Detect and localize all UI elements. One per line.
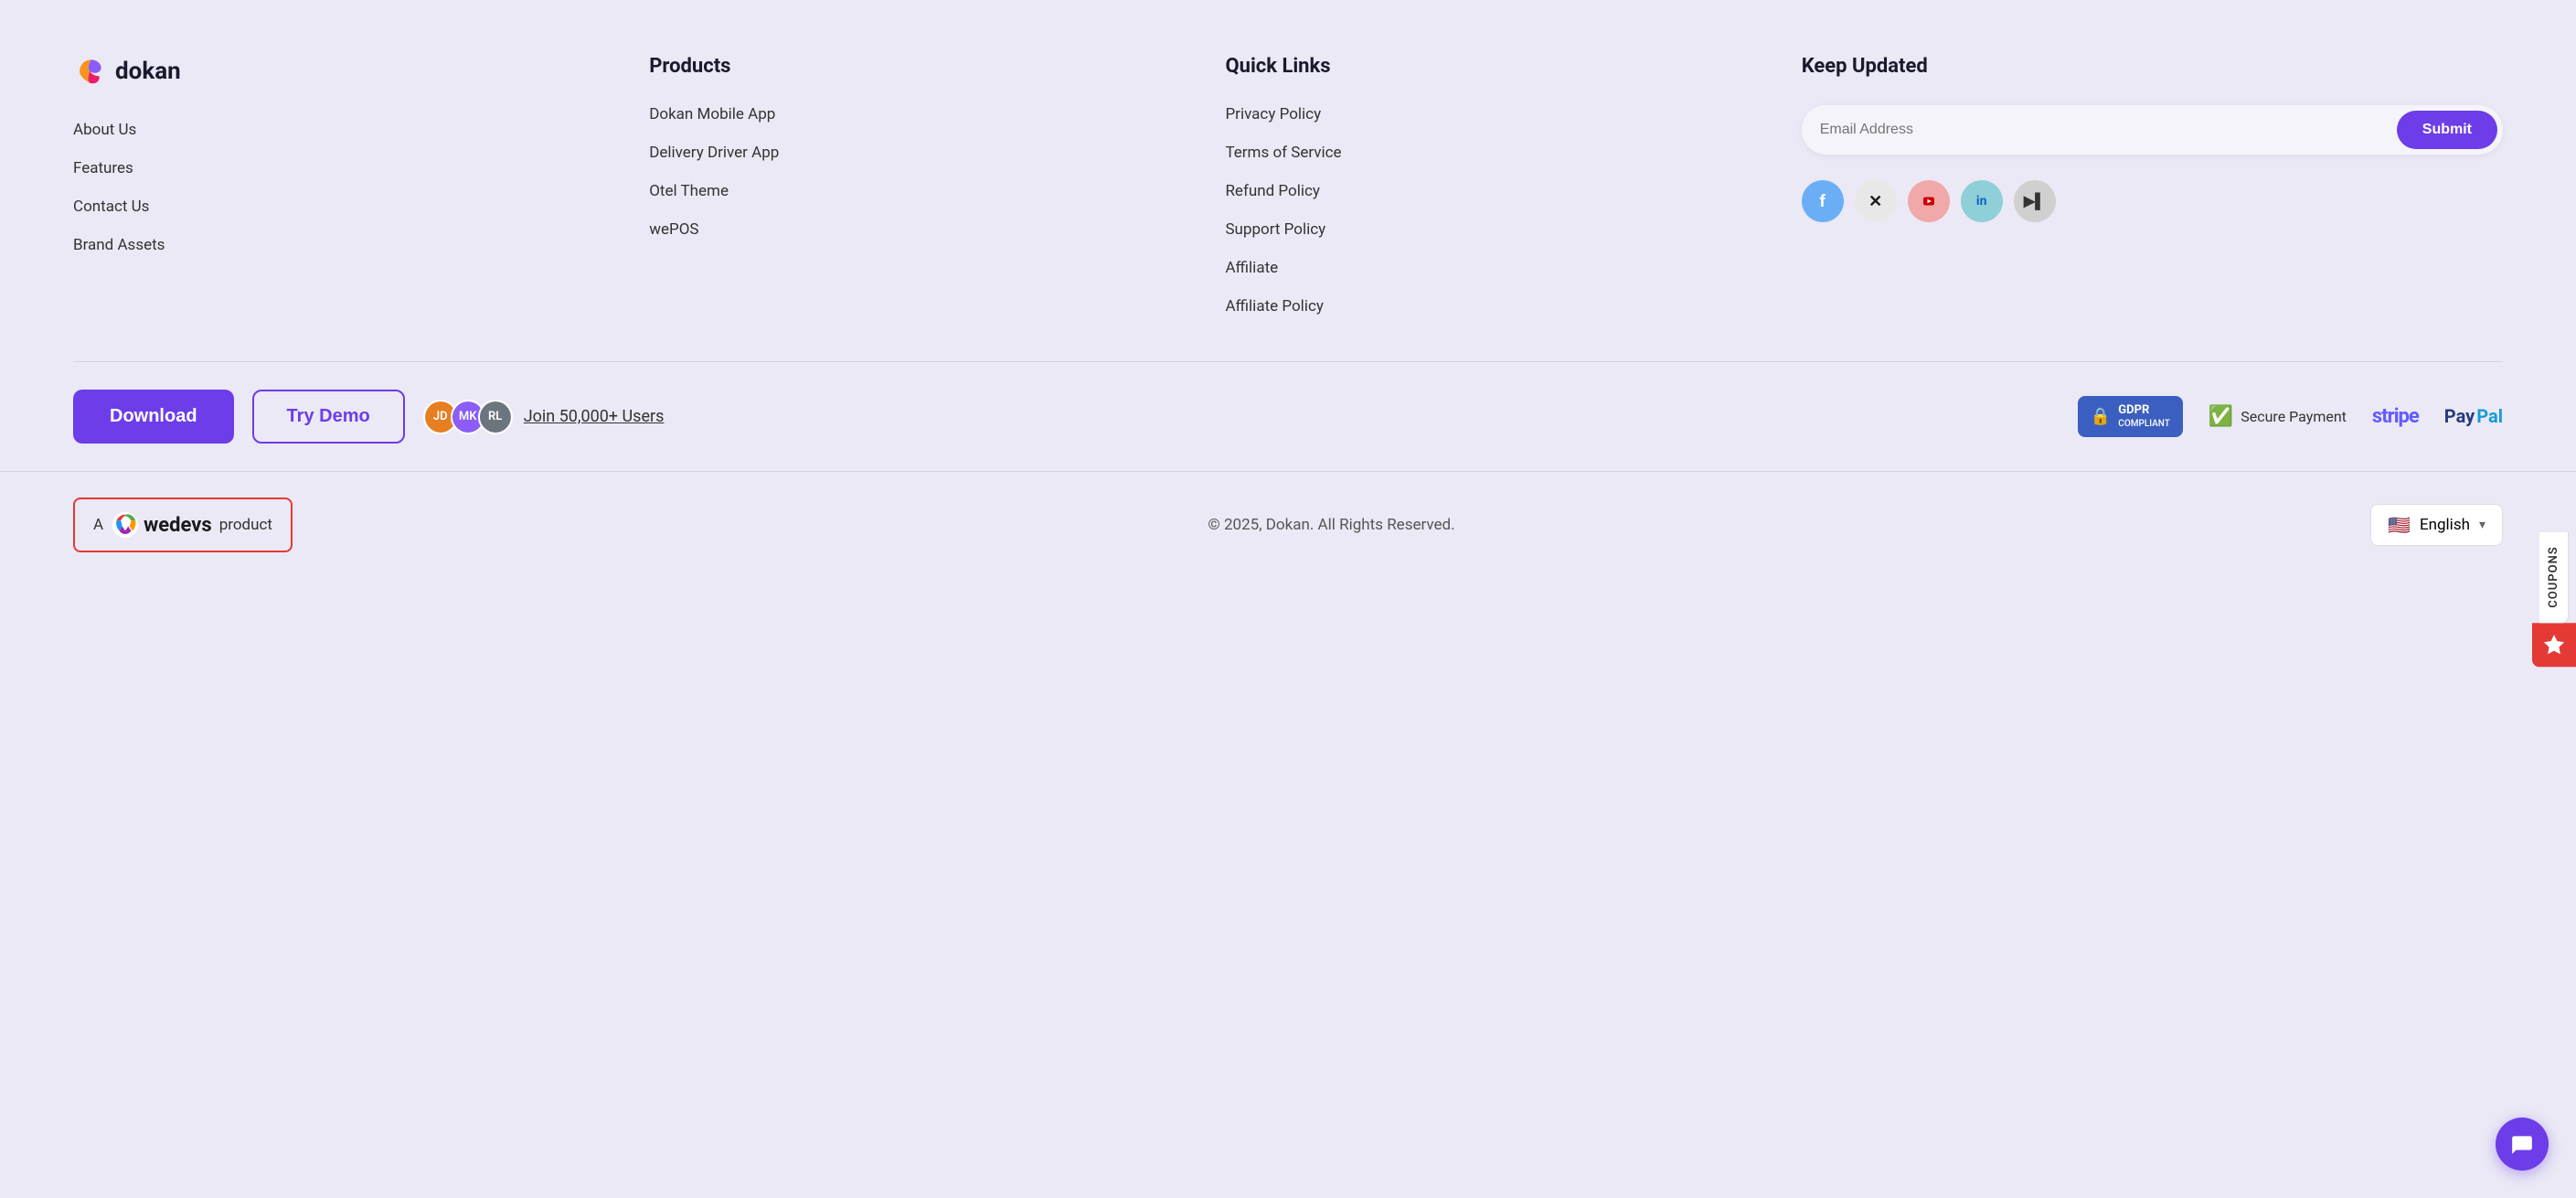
quick-links-list: Privacy Policy Terms of Service Refund P… (1225, 105, 1764, 316)
footer-top: dokan About Us Features Contact Us Brand… (73, 55, 2503, 361)
secure-payment-label: Secure Payment (2241, 408, 2347, 425)
facebook-icon[interactable]: f (1802, 180, 1844, 222)
wedevs-suffix: product (219, 516, 272, 534)
footer-bottom: A wedevs product © 2025, Dokan. All Righ… (0, 471, 2576, 578)
paypal-pay-text: Pay (2444, 405, 2475, 427)
cta-bar: Download Try Demo JD MK RL Join 50,000+ … (73, 361, 2503, 471)
link-delivery-driver-app[interactable]: Delivery Driver App (649, 144, 1188, 162)
link-wepos[interactable]: wePOS (649, 220, 1188, 239)
language-label: English (2420, 516, 2470, 534)
link-refund-policy[interactable]: Refund Policy (1225, 182, 1764, 200)
copyright-text: © 2025, Dokan. All Rights Reserved. (1208, 516, 1454, 534)
brand-nav-links: About Us Features Contact Us Brand Asset… (73, 121, 612, 254)
gdpr-icon: 🔒 (2091, 406, 2111, 427)
footer-col-quick-links: Quick Links Privacy Policy Terms of Serv… (1225, 55, 1764, 316)
chevron-down-icon: ▾ (2479, 518, 2486, 532)
join-users: JD MK RL Join 50,000+ Users (423, 400, 665, 434)
wedevs-prefix: A (93, 516, 103, 534)
download-button[interactable]: Download (73, 390, 234, 444)
wedevs-badge: A wedevs product (73, 497, 293, 552)
newsletter-title: Keep Updated (1802, 55, 2503, 78)
footer-col-newsletter: Keep Updated Submit f ✕ in ▶▌ (1802, 55, 2503, 316)
try-demo-button[interactable]: Try Demo (252, 390, 405, 444)
flag-icon: 🇺🇸 (2388, 514, 2411, 536)
footer-col-brand: dokan About Us Features Contact Us Brand… (73, 55, 612, 316)
right-badges: 🔒 GDPR COMPLIANT ✅ Secure Payment stripe… (2078, 396, 2503, 438)
coupons-tab[interactable]: COUPONS (2532, 530, 2576, 667)
gdpr-text: GDPR COMPLIANT (2118, 403, 2170, 431)
wedevs-icon (111, 510, 140, 540)
nav-contact-us[interactable]: Contact Us (73, 198, 612, 216)
products-title: Products (649, 55, 1188, 78)
wedevs-name: wedevs (144, 514, 212, 537)
coupons-label: COUPONS (2539, 530, 2569, 623)
paypal-logo: PayPal (2444, 405, 2503, 427)
products-links: Dokan Mobile App Delivery Driver App Ote… (649, 105, 1188, 239)
chat-button[interactable] (2496, 1118, 2549, 1171)
coupons-icon[interactable] (2532, 624, 2576, 668)
gdpr-badge: 🔒 GDPR COMPLIANT (2078, 396, 2183, 438)
footer: dokan About Us Features Contact Us Brand… (0, 0, 2576, 471)
submit-button[interactable]: Submit (2397, 111, 2497, 149)
stripe-logo: stripe (2372, 405, 2419, 428)
user-avatars: JD MK RL (423, 400, 513, 434)
link-support-policy[interactable]: Support Policy (1225, 220, 1764, 239)
link-dokan-mobile-app[interactable]: Dokan Mobile App (649, 105, 1188, 123)
nav-about-us[interactable]: About Us (73, 121, 612, 139)
dokan-logo-icon (73, 55, 106, 88)
join-text[interactable]: Join 50,000+ Users (524, 407, 665, 426)
nav-brand-assets[interactable]: Brand Assets (73, 236, 612, 254)
secure-payment: ✅ Secure Payment (2209, 405, 2347, 428)
social-icons: f ✕ in ▶▌ (1802, 180, 2503, 222)
newsletter-form: Submit (1802, 105, 2503, 155)
link-affiliate[interactable]: Affiliate (1225, 259, 1764, 277)
paypal-pal-text: Pal (2476, 405, 2503, 427)
nav-features[interactable]: Features (73, 159, 612, 177)
youtube-icon[interactable] (1908, 180, 1950, 222)
footer-col-products: Products Dokan Mobile App Delivery Drive… (649, 55, 1188, 316)
avatar-3: RL (478, 400, 513, 434)
quick-links-title: Quick Links (1225, 55, 1764, 78)
link-terms-of-service[interactable]: Terms of Service (1225, 144, 1764, 162)
logo-area: dokan (73, 55, 612, 88)
email-input[interactable] (1820, 122, 2397, 138)
brand-name: dokan (115, 58, 181, 85)
medium-icon[interactable]: ▶▌ (2014, 180, 2056, 222)
link-affiliate-policy[interactable]: Affiliate Policy (1225, 297, 1764, 316)
shield-check-icon: ✅ (2209, 405, 2233, 428)
link-privacy-policy[interactable]: Privacy Policy (1225, 105, 1764, 123)
twitter-x-icon[interactable]: ✕ (1855, 180, 1897, 222)
wedevs-logo: wedevs (111, 510, 212, 540)
language-selector[interactable]: 🇺🇸 English ▾ (2370, 504, 2503, 546)
linkedin-icon[interactable]: in (1961, 180, 2003, 222)
link-otel-theme[interactable]: Otel Theme (649, 182, 1188, 200)
